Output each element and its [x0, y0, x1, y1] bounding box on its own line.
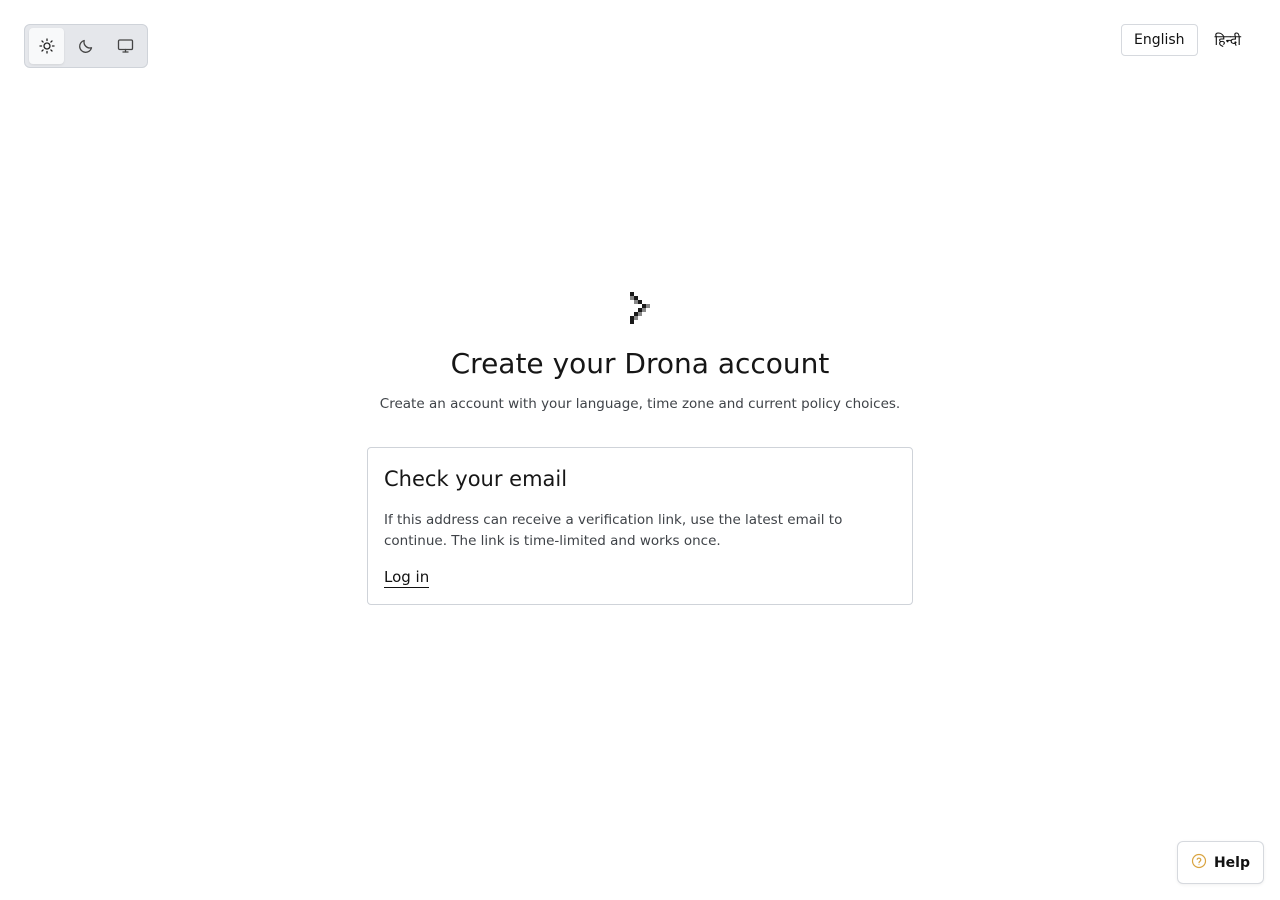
moon-icon: [78, 38, 94, 54]
language-hindi-button[interactable]: हिन्दी: [1202, 24, 1254, 56]
monitor-icon: [117, 38, 134, 54]
check-email-card: Check your email If this address can rec…: [367, 447, 913, 605]
help-circle-icon: [1191, 853, 1207, 873]
main-content: Create your Drona account Create an acco…: [0, 290, 1280, 605]
help-button[interactable]: Help: [1177, 841, 1264, 884]
theme-dark-button[interactable]: [68, 28, 103, 64]
page-title: Create your Drona account: [450, 347, 830, 380]
page-subtitle: Create an account with your language, ti…: [379, 396, 901, 412]
help-label: Help: [1213, 854, 1251, 871]
language-english-button[interactable]: English: [1120, 24, 1198, 56]
drona-logo-icon: [628, 290, 652, 326]
theme-system-button[interactable]: [108, 28, 143, 64]
card-message: If this address can receive a verificati…: [384, 512, 843, 549]
card-title: Check your email: [384, 467, 568, 491]
theme-light-button[interactable]: [29, 28, 65, 64]
language-switcher: English हिन्दी: [1120, 24, 1254, 56]
sun-icon: [39, 38, 55, 54]
theme-switcher: [24, 24, 148, 68]
login-link[interactable]: Log in: [384, 567, 430, 588]
signup-page: English हिन्दी Create your Drona account…: [0, 0, 1280, 900]
